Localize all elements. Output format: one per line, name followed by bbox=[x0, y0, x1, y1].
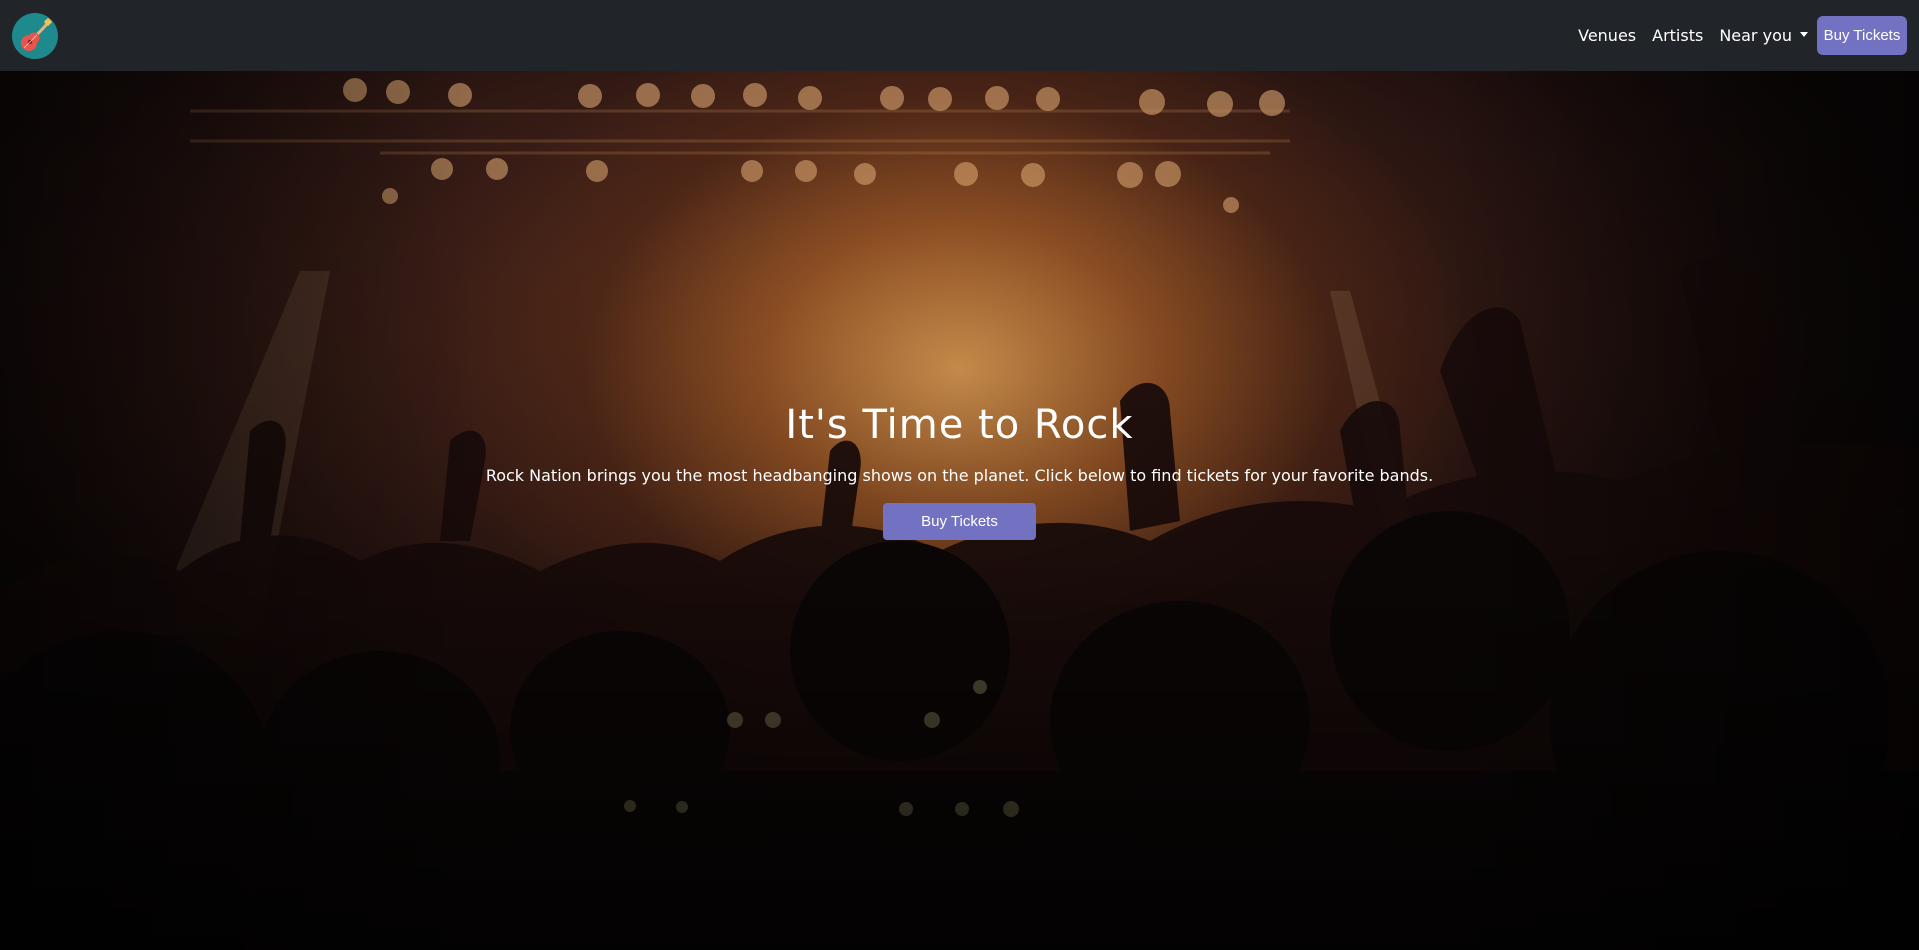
hero-subtitle: Rock Nation brings you the most headbang… bbox=[485, 466, 1434, 485]
nav-dropdown-near-you[interactable]: Near you bbox=[1711, 26, 1816, 45]
caret-down-icon bbox=[1800, 32, 1808, 37]
nav-buy-tickets-button[interactable]: Buy Tickets bbox=[1817, 16, 1907, 55]
hero-buy-tickets-button[interactable]: Buy Tickets bbox=[883, 503, 1036, 540]
hero-title: It's Time to Rock bbox=[785, 402, 1134, 448]
nav-link-artists[interactable]: Artists bbox=[1644, 26, 1711, 45]
hero-content: It's Time to Rock Rock Nation brings you… bbox=[0, 401, 1919, 540]
hero-section: It's Time to Rock Rock Nation brings you… bbox=[0, 71, 1919, 950]
navbar: Venues Artists Near you Buy Tickets bbox=[0, 0, 1919, 71]
nav-link-venues[interactable]: Venues bbox=[1570, 26, 1644, 45]
guitar-icon bbox=[21, 17, 52, 51]
nav-dropdown-label: Near you bbox=[1719, 26, 1792, 45]
nav-links: Venues Artists Near you Buy Tickets bbox=[1570, 0, 1907, 71]
brand-logo[interactable] bbox=[12, 12, 58, 59]
